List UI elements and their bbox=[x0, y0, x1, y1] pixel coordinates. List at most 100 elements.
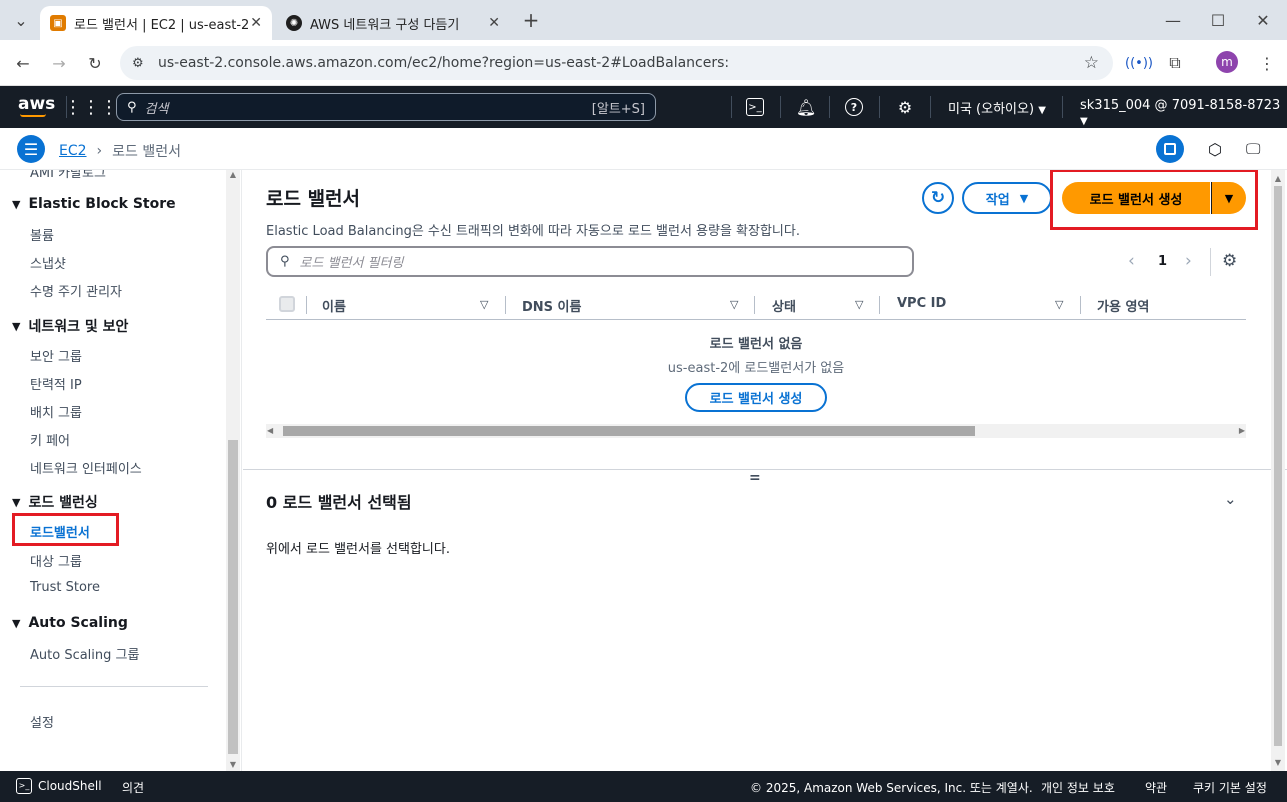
sidebar-item-network-interfaces[interactable]: 네트워크 인터페이스 bbox=[30, 458, 142, 477]
sidebar-item-snapshots[interactable]: 스냅샷 bbox=[30, 253, 66, 272]
extension-wave-icon[interactable]: ((•)) bbox=[1125, 50, 1153, 76]
menu-hamburger-icon[interactable]: ☰ bbox=[17, 135, 45, 163]
bookmark-star-icon[interactable]: ☆ bbox=[1084, 53, 1099, 73]
actions-button[interactable]: 작업 ▼ bbox=[962, 182, 1052, 214]
search-shortcut: [알트+S] bbox=[591, 101, 645, 117]
column-divider bbox=[505, 296, 506, 314]
sidebar-item-trust-store[interactable]: Trust Store bbox=[30, 580, 100, 595]
scrollbar-thumb[interactable] bbox=[228, 440, 238, 754]
section-label: 로드 밸런싱 bbox=[28, 495, 98, 511]
table-scrollbar[interactable]: ◀ ▶ bbox=[266, 424, 1246, 438]
column-header-state[interactable]: 상태 bbox=[772, 296, 796, 315]
main-content: 로드 밸런서 Elastic Load Balancing은 수신 트래픽의 변… bbox=[243, 170, 1287, 771]
profile-avatar[interactable]: m bbox=[1216, 51, 1238, 73]
search-input[interactable]: ⚲ 검색 [알트+S] bbox=[116, 93, 656, 121]
refresh-button[interactable]: ↻ bbox=[922, 182, 954, 214]
sidebar-section-auto-scaling[interactable]: ▼ Auto Scaling bbox=[12, 615, 128, 631]
browser-menu-icon[interactable]: ⋮ bbox=[1254, 50, 1280, 76]
split-panel-handle[interactable]: = bbox=[749, 470, 761, 486]
tab-search-chevron-icon[interactable]: ⌄ bbox=[8, 7, 34, 33]
services-grid-icon[interactable]: ⋮⋮⋮ bbox=[64, 96, 118, 118]
scroll-up-icon[interactable]: ▲ bbox=[226, 170, 240, 179]
sidebar-item-lifecycle-manager[interactable]: 수명 주기 관리자 bbox=[30, 281, 122, 300]
preferences-gear-icon[interactable]: ⚙ bbox=[1222, 251, 1237, 271]
cloudshell-icon[interactable]: >_ bbox=[746, 98, 764, 116]
column-header-dns[interactable]: DNS 이름 bbox=[522, 296, 581, 315]
settings-gear-icon[interactable]: ⚙ bbox=[894, 96, 916, 118]
footer-feedback[interactable]: 의견 bbox=[122, 779, 144, 796]
split-divider bbox=[243, 469, 1287, 470]
site-info-icon[interactable]: ⚙ bbox=[132, 56, 144, 71]
sort-caret-icon[interactable]: ▽ bbox=[1055, 298, 1063, 311]
current-page[interactable]: 1 bbox=[1158, 254, 1167, 269]
maximize-icon[interactable]: ☐ bbox=[1205, 7, 1231, 33]
sort-caret-icon[interactable]: ▽ bbox=[730, 298, 738, 311]
sidebar-section-ebs[interactable]: ▼ Elastic Block Store bbox=[12, 196, 176, 212]
scroll-left-icon[interactable]: ◀ bbox=[267, 426, 273, 435]
scroll-down-icon[interactable]: ▼ bbox=[226, 760, 240, 769]
scrollbar-thumb[interactable] bbox=[1274, 186, 1282, 746]
breadcrumb-ec2[interactable]: EC2 bbox=[59, 143, 87, 159]
chevron-right-icon: › bbox=[96, 143, 103, 159]
column-header-az[interactable]: 가용 영역 bbox=[1097, 296, 1149, 315]
sidebar-item-security-groups[interactable]: 보안 그룹 bbox=[30, 346, 82, 365]
footer-terms[interactable]: 약관 bbox=[1145, 779, 1167, 796]
reload-icon[interactable]: ↻ bbox=[82, 50, 108, 76]
help-icon[interactable]: ? bbox=[845, 98, 863, 116]
sidebar-item-target-groups[interactable]: 대상 그룹 bbox=[30, 551, 82, 570]
sort-caret-icon[interactable]: ▽ bbox=[855, 298, 863, 311]
divider bbox=[829, 96, 830, 118]
footer-privacy[interactable]: 개인 정보 보호 bbox=[1041, 779, 1115, 796]
filter-input[interactable]: ⚲ 로드 밸런서 필터링 bbox=[266, 246, 914, 277]
account-menu[interactable]: sk315_004 @ 7091-8158-8723 ▼ bbox=[1080, 98, 1287, 128]
sidebar-section-network-security[interactable]: ▼ 네트워크 및 보안 bbox=[12, 316, 128, 336]
scroll-right-icon[interactable]: ▶ bbox=[1239, 426, 1245, 435]
column-header-name[interactable]: 이름 bbox=[322, 296, 346, 315]
sidebar-item-asg[interactable]: Auto Scaling 그룹 bbox=[30, 644, 139, 663]
column-header-vpc[interactable]: VPC ID bbox=[897, 296, 946, 311]
new-tab-icon[interactable]: + bbox=[518, 7, 544, 33]
sort-caret-icon[interactable]: ▽ bbox=[480, 298, 488, 311]
sidebar-item-key-pairs[interactable]: 키 페어 bbox=[30, 430, 70, 449]
scrollbar-thumb[interactable] bbox=[283, 426, 975, 436]
sidebar-section-load-balancing[interactable]: ▼ 로드 밸런싱 bbox=[12, 492, 98, 512]
sidebar-item-volumes[interactable]: 볼륨 bbox=[30, 225, 54, 244]
select-all-checkbox[interactable] bbox=[279, 296, 295, 312]
window-close-icon[interactable]: ✕ bbox=[1250, 7, 1276, 33]
notifications-bell-icon[interactable]: 🔔︎ bbox=[795, 96, 817, 118]
split-panel-title: 0 로드 밸런서 선택됨 bbox=[266, 493, 412, 512]
collapse-chevron-icon[interactable]: ⌄ bbox=[1224, 490, 1237, 508]
sidebar-scrollbar[interactable]: ▲ ▼ bbox=[226, 170, 240, 771]
tab-load-balancer[interactable]: ▣ 로드 밸런서 | EC2 | us-east-2 ✕ bbox=[40, 6, 272, 40]
cloudshell-icon[interactable]: >_ bbox=[16, 778, 32, 794]
url-text: us-east-2.console.aws.amazon.com/ec2/hom… bbox=[158, 55, 730, 71]
panel-toggle-icon[interactable] bbox=[1156, 135, 1184, 163]
sidebar-item-placement-groups[interactable]: 배치 그룹 bbox=[30, 402, 82, 421]
region-selector[interactable]: 미국 (오하이오) ▼ bbox=[948, 98, 1046, 117]
search-icon: ⚲ bbox=[127, 99, 137, 115]
back-icon[interactable]: ← bbox=[10, 50, 36, 76]
minimize-icon[interactable]: — bbox=[1160, 7, 1186, 33]
footer-cookies[interactable]: 쿠키 기본 설정 bbox=[1193, 779, 1267, 796]
sidebar-item-ami-catalog[interactable]: AMI 카탈로그 bbox=[30, 170, 106, 181]
hexagon-icon[interactable]: ⬡ bbox=[1208, 140, 1222, 159]
aws-logo[interactable]: aws bbox=[18, 94, 55, 114]
monitor-icon[interactable]: 🖵︎ bbox=[1246, 140, 1260, 158]
main-scrollbar[interactable]: ▲ ▼ bbox=[1271, 170, 1285, 771]
column-divider bbox=[754, 296, 755, 314]
close-tab-icon[interactable]: ✕ bbox=[488, 15, 500, 31]
scroll-down-icon[interactable]: ▼ bbox=[1271, 758, 1285, 767]
extensions-puzzle-icon[interactable]: ⧉ bbox=[1162, 50, 1188, 76]
forward-icon[interactable]: → bbox=[46, 50, 72, 76]
address-bar[interactable]: ⚙ us-east-2.console.aws.amazon.com/ec2/h… bbox=[120, 46, 1113, 80]
prev-page-icon[interactable]: ‹ bbox=[1128, 251, 1135, 271]
empty-create-button[interactable]: 로드 밸런서 생성 bbox=[685, 383, 827, 412]
next-page-icon[interactable]: › bbox=[1185, 251, 1192, 271]
footer-cloudshell[interactable]: CloudShell bbox=[38, 779, 102, 793]
sidebar-item-elastic-ip[interactable]: 탄력적 IP bbox=[30, 374, 82, 393]
sidebar-item-settings[interactable]: 설정 bbox=[30, 712, 54, 731]
close-tab-icon[interactable]: ✕ bbox=[250, 15, 262, 31]
scroll-up-icon[interactable]: ▲ bbox=[1271, 174, 1285, 183]
tab-aws-network[interactable]: ✺ AWS 네트워크 구성 다듬기 ✕ bbox=[276, 6, 510, 40]
browser-tab-bar: ⌄ ▣ 로드 밸런서 | EC2 | us-east-2 ✕ ✺ AWS 네트워… bbox=[0, 0, 1287, 40]
